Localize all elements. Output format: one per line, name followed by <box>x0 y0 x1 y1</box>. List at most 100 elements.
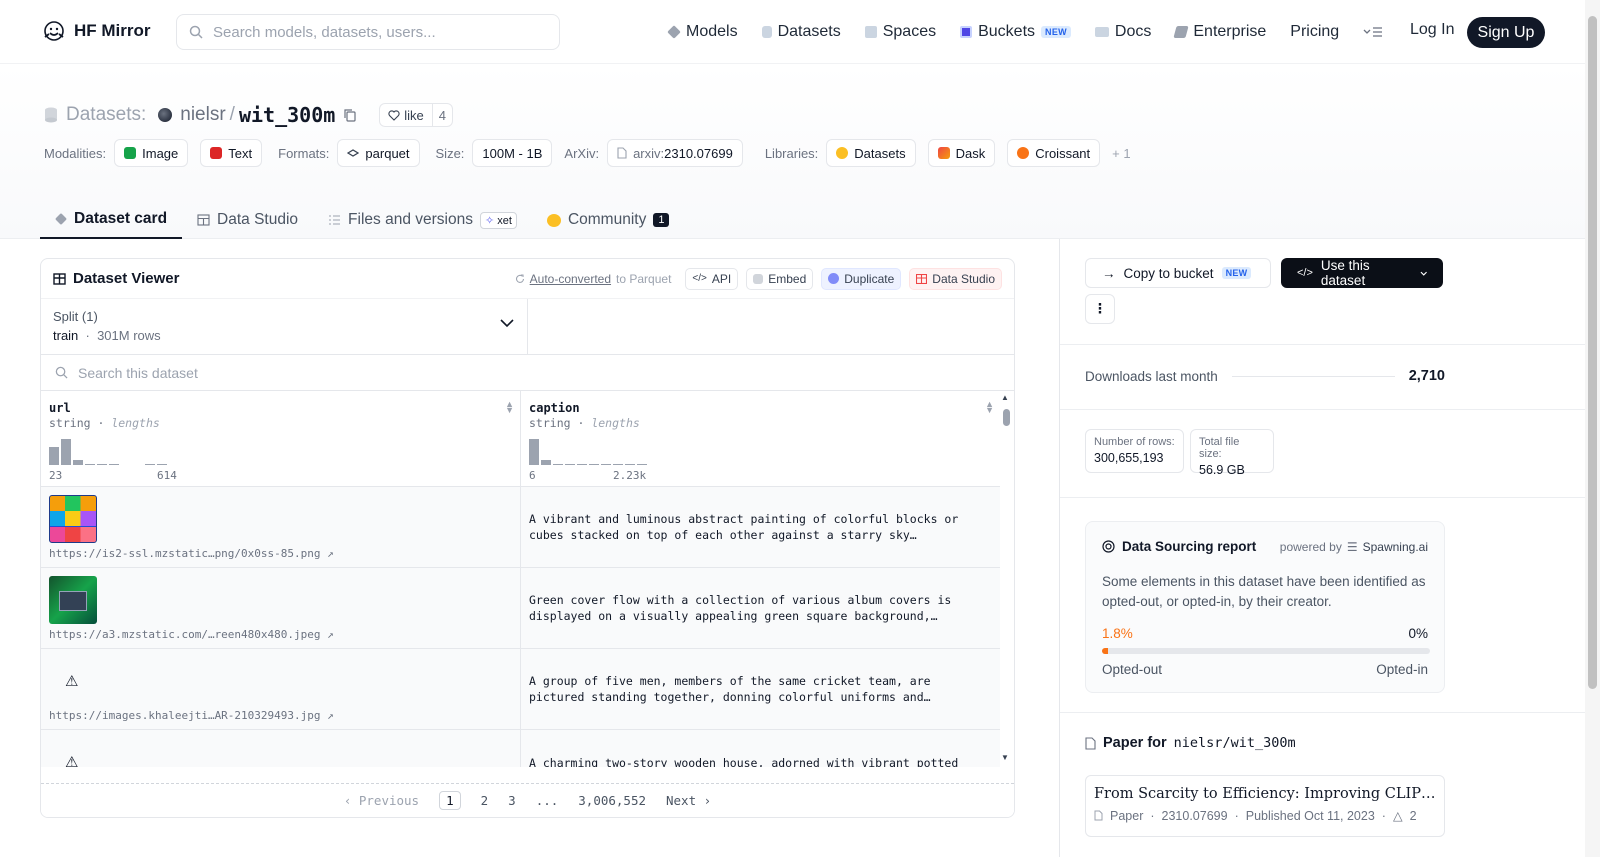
row-url[interactable]: https://a3.mzstatic.com/…reen480x480.jpe… <box>49 628 334 641</box>
global-search-input[interactable]: Search models, datasets, users... <box>176 14 560 50</box>
scroll-down-icon[interactable]: ▼ <box>1001 753 1009 762</box>
previous-page-button[interactable]: ‹ Previous <box>344 793 419 808</box>
table-row[interactable]: https://is2-ssl.mzstatic…png/0x0ss-85.pn… <box>41 487 1000 568</box>
nav-buckets[interactable]: Buckets NEW <box>960 23 1071 41</box>
tab-data-studio[interactable]: Data Studio <box>182 201 313 239</box>
use-this-dataset-button[interactable]: </> Use this dataset <box>1281 258 1443 288</box>
provider-link[interactable]: Spawning.ai <box>1363 540 1428 554</box>
histogram-bar[interactable] <box>61 439 71 465</box>
histogram-bar[interactable] <box>157 464 167 465</box>
like-button[interactable]: like 4 <box>379 103 454 127</box>
paper-card[interactable]: From Scarcity to Efficiency: Improving C… <box>1085 775 1445 837</box>
copy-to-bucket-button[interactable]: → Copy to bucket NEW <box>1085 258 1271 288</box>
url-cell[interactable]: https://a3.mzstatic.com/…reen480x480.jpe… <box>41 568 521 648</box>
url-cell[interactable]: https://is2-ssl.mzstatic…png/0x0ss-85.pn… <box>41 487 521 567</box>
table-row[interactable]: https://a3.mzstatic.com/…reen480x480.jpe… <box>41 568 1000 649</box>
dataset-name[interactable]: wit_300m <box>239 103 335 127</box>
nav-docs-label: Docs <box>1114 23 1152 40</box>
column-type: string · lengths <box>49 416 160 430</box>
copy-icon[interactable] <box>343 108 357 122</box>
library-croissant-chip[interactable]: Croissant <box>1007 139 1101 167</box>
histogram-bar[interactable] <box>529 439 539 465</box>
histogram-bar[interactable] <box>613 464 623 465</box>
table-row[interactable]: ⚠ https://images.khaleejti…AR-210329493.… <box>41 649 1000 730</box>
nav-models[interactable]: Models <box>667 23 738 41</box>
copy-to-bucket-label: Copy to bucket <box>1123 265 1214 281</box>
next-page-button[interactable]: Next › <box>666 793 711 808</box>
page-button-last[interactable]: 3,006,552 <box>578 793 646 808</box>
grid-scrollbar-thumb[interactable] <box>1003 409 1010 426</box>
more-options-button[interactable]: ⋮ <box>1085 294 1115 324</box>
arxiv-chip[interactable]: arxiv:2310.07699 <box>607 139 743 167</box>
grid-scrollbar[interactable]: ▲ ▼ <box>998 391 1014 767</box>
histogram-bar[interactable] <box>553 464 563 465</box>
column-header-caption[interactable]: caption string · lengths ▲ ▼ 6 2.23k <box>521 391 1000 487</box>
nav-docs[interactable]: Docs <box>1094 23 1152 41</box>
paper-title[interactable]: From Scarcity to Efficiency: Improving C… <box>1094 786 1436 802</box>
page-scrollbar-thumb[interactable] <box>1588 16 1597 689</box>
url-cell[interactable]: ⚠ <box>41 730 521 767</box>
size-chip[interactable]: 100M - 1B <box>472 139 553 167</box>
scroll-up-icon[interactable]: ▲ <box>1001 393 1009 402</box>
api-button[interactable]: </> API <box>685 267 739 290</box>
page-button[interactable]: 2 <box>481 793 489 808</box>
row-image-thumbnail[interactable] <box>49 576 97 624</box>
nav-spaces[interactable]: Spaces <box>864 23 937 41</box>
tab-community[interactable]: Community 1 <box>532 201 685 239</box>
modality-text-chip[interactable]: Text <box>200 139 263 167</box>
login-link[interactable]: Log In <box>1410 21 1454 39</box>
auto-converted-link[interactable]: Auto-converted <box>530 272 611 286</box>
row-image-thumbnail[interactable] <box>49 495 97 543</box>
histogram-bar[interactable] <box>85 464 95 465</box>
histogram-bar[interactable] <box>601 464 611 465</box>
histogram-bar[interactable] <box>625 464 635 465</box>
histogram-bar[interactable] <box>145 464 155 465</box>
nav-enterprise[interactable]: Enterprise <box>1173 23 1266 41</box>
histogram-bar[interactable] <box>49 447 59 465</box>
data-studio-button[interactable]: Data Studio <box>909 267 1002 290</box>
caption-cell[interactable]: A charming two-story wooden house, adorn… <box>521 730 1000 767</box>
library-datasets-chip[interactable]: Datasets <box>826 139 916 167</box>
modality-image-chip[interactable]: Image <box>114 139 189 167</box>
table-row[interactable]: ⚠ A charming two-story wooden house, ado… <box>41 730 1000 767</box>
split-selector[interactable]: Split (1) train · 301M rows <box>41 299 528 354</box>
sort-icon[interactable]: ▲ ▼ <box>505 400 514 415</box>
brand-logo[interactable]: HF Mirror <box>42 19 151 43</box>
page-button-current[interactable]: 1 <box>439 791 461 810</box>
owner-link[interactable]: nielsr <box>180 104 225 126</box>
nav-datasets[interactable]: Datasets <box>761 23 841 41</box>
caption-cell[interactable]: A vibrant and luminous abstract painting… <box>521 487 1000 567</box>
caption-cell[interactable]: Green cover flow with a collection of va… <box>521 568 1000 648</box>
tab-files-and-versions[interactable]: Files and versions ✧ xet <box>313 201 532 239</box>
caption-cell[interactable]: A group of five men, members of the same… <box>521 649 1000 729</box>
histogram-bar[interactable] <box>577 464 587 465</box>
opt-out-progress-fill <box>1102 648 1108 654</box>
row-url[interactable]: https://is2-ssl.mzstatic…png/0x0ss-85.pn… <box>49 547 334 560</box>
libraries-more[interactable]: + 1 <box>1112 146 1130 161</box>
row-url[interactable]: https://images.khaleejti…AR-210329493.jp… <box>49 709 334 722</box>
duplicate-button[interactable]: Duplicate <box>821 267 902 290</box>
nav-pricing[interactable]: Pricing <box>1290 23 1339 41</box>
nav-spaces-label: Spaces <box>882 23 937 40</box>
column-type-value: string <box>529 416 571 430</box>
histogram-bar[interactable] <box>589 464 599 465</box>
library-dask-chip[interactable]: Dask <box>927 139 996 167</box>
histogram-bar[interactable] <box>541 460 551 465</box>
nav-more-menu[interactable] <box>1363 26 1383 38</box>
url-cell[interactable]: ⚠ https://images.khaleejti…AR-210329493.… <box>41 649 521 729</box>
histogram-bar[interactable] <box>565 464 575 465</box>
datasets-label[interactable]: Datasets: <box>66 104 146 126</box>
histogram-bar[interactable] <box>73 460 83 465</box>
page-button[interactable]: 3 <box>508 793 516 808</box>
histogram-bar[interactable] <box>97 464 107 465</box>
column-header-url[interactable]: url string · lengths ▲ ▼ 23 614 <box>41 391 521 487</box>
histogram-bar[interactable] <box>109 464 119 465</box>
page-scrollbar[interactable] <box>1585 0 1600 857</box>
sort-icon[interactable]: ▲ ▼ <box>985 400 994 415</box>
embed-button[interactable]: Embed <box>746 267 814 290</box>
signup-button[interactable]: Sign Up <box>1467 17 1545 48</box>
histogram-bar[interactable] <box>637 464 647 465</box>
format-chip[interactable]: parquet <box>337 139 420 167</box>
dataset-search-input[interactable]: Search this dataset <box>41 355 1014 391</box>
tab-dataset-card[interactable]: Dataset card <box>40 201 183 239</box>
